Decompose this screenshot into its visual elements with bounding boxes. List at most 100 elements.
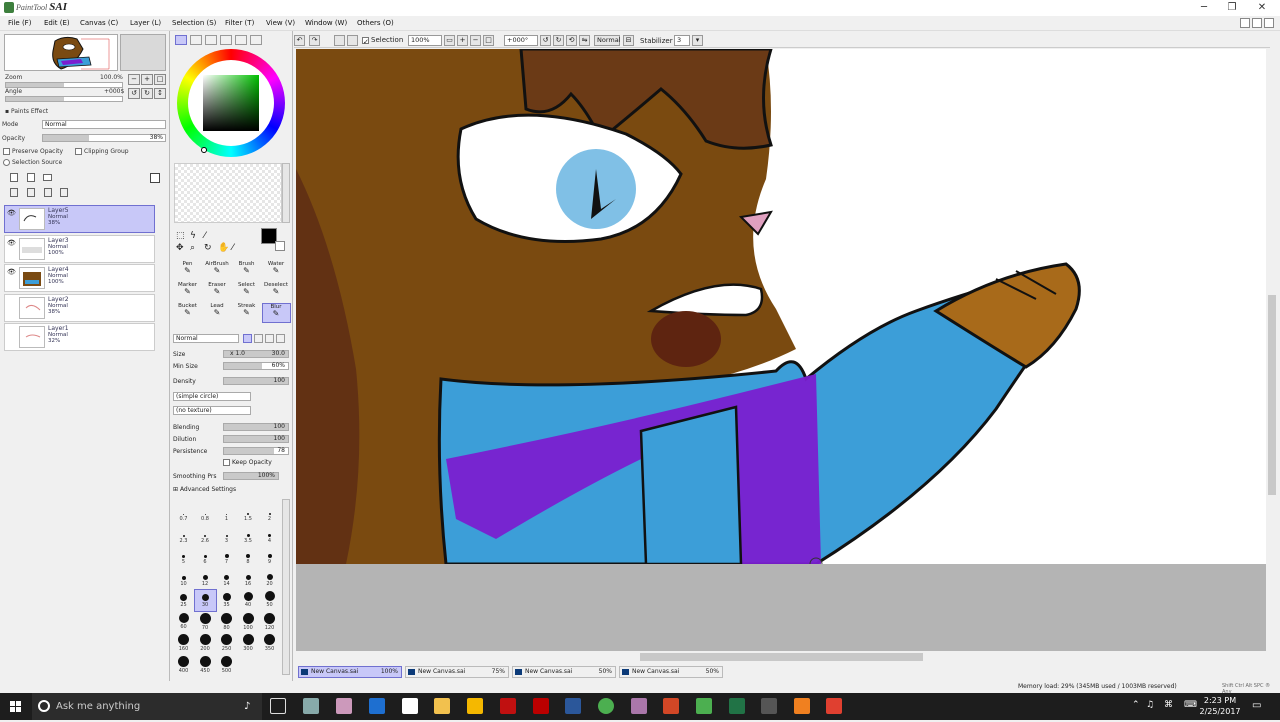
keep-opacity-checkbox[interactable]: Keep Opacity xyxy=(223,459,272,466)
document-tab[interactable]: New Canvas.sai 100% xyxy=(298,666,402,678)
zoom-reset-button[interactable]: □ xyxy=(154,74,166,85)
menu-window[interactable]: Window (W) xyxy=(305,19,347,27)
brush-texture-select[interactable]: (no texture) xyxy=(173,406,251,415)
painttool-sai-icon[interactable] xyxy=(696,698,712,714)
tool-blur[interactable]: Blur ✎ xyxy=(261,303,291,323)
brush-size-cell[interactable]: 9 xyxy=(259,547,280,568)
angle-slider[interactable] xyxy=(5,96,123,102)
canvas-vertical-scrollbar[interactable] xyxy=(1266,49,1278,651)
color-wheel-tab-icon[interactable] xyxy=(175,35,187,45)
brush-size-cell[interactable]: 4 xyxy=(259,526,280,547)
toolbar-zoom-out-icon[interactable]: − xyxy=(470,35,481,46)
file-explorer-icon[interactable] xyxy=(434,698,450,714)
excel-icon[interactable] xyxy=(729,698,745,714)
hsv-slider-tab-icon[interactable] xyxy=(205,35,217,45)
deselect-icon[interactable] xyxy=(334,35,345,46)
app-icon-2[interactable] xyxy=(336,698,352,714)
layer-visibility-icon[interactable]: 👁 xyxy=(7,239,16,247)
blend-mode-combo[interactable]: Normal xyxy=(594,35,621,46)
tool-water[interactable]: Water ✎ xyxy=(262,261,291,281)
rotate-right-button[interactable]: ↻ xyxy=(141,88,153,99)
tool-deselect[interactable]: Deselect ✎ xyxy=(262,282,291,302)
maximize-button[interactable]: ❐ xyxy=(1218,0,1246,16)
dilution-slider[interactable]: 100 xyxy=(223,435,289,443)
layer-visibility-icon[interactable] xyxy=(7,299,16,306)
saturation-value-square[interactable] xyxy=(203,75,259,131)
selection-source-checkbox[interactable]: Selection Source xyxy=(3,159,62,166)
brush-size-cell[interactable]: 160 xyxy=(173,633,194,654)
medium-edge-icon[interactable] xyxy=(254,334,263,343)
density-slider[interactable]: 100 xyxy=(223,377,289,385)
acrobat-icon[interactable] xyxy=(500,698,516,714)
redo-icon[interactable]: ↷ xyxy=(309,35,320,46)
menu-selection[interactable]: Selection (S) xyxy=(172,19,216,27)
delete-layer-icon[interactable] xyxy=(60,188,68,197)
horizontal-scroll-thumb[interactable] xyxy=(640,653,923,661)
minimize-button[interactable]: ─ xyxy=(1190,0,1218,16)
chrome-icon[interactable] xyxy=(598,698,614,714)
brush-size-cell[interactable]: 6 xyxy=(195,547,216,568)
brush-size-cell[interactable]: 120 xyxy=(259,612,280,633)
color-bar-tab-icon[interactable] xyxy=(220,35,232,45)
preserve-opacity-checkbox[interactable]: Preserve Opacity xyxy=(3,148,63,155)
task-view-icon[interactable] xyxy=(270,698,286,714)
clipping-group-checkbox[interactable]: Clipping Group xyxy=(75,148,129,155)
app-icon-6[interactable] xyxy=(761,698,777,714)
advanced-settings-toggle[interactable]: ⊞ Advanced Settings xyxy=(173,486,236,493)
lasso-tool-icon[interactable]: ϟ xyxy=(190,231,196,241)
volume-icon[interactable]: ♫ xyxy=(1146,700,1154,710)
angle-combo[interactable]: +000° xyxy=(504,35,538,46)
menu-edit[interactable]: Edit (E) xyxy=(44,19,70,27)
system-clock[interactable]: 2:23 PM 2/25/2017 xyxy=(1190,695,1250,717)
brush-size-cell[interactable]: 350 xyxy=(259,633,280,654)
magic-wand-tool-icon[interactable]: ⁄ xyxy=(204,231,206,241)
scratchpad-tab-icon[interactable] xyxy=(250,35,262,45)
persistence-slider[interactable]: 78 xyxy=(223,447,289,455)
brush-size-cell[interactable]: 5 xyxy=(173,547,194,568)
powerpoint-icon[interactable] xyxy=(663,698,679,714)
brush-size-cell[interactable]: 16 xyxy=(238,569,259,590)
move-tool-icon[interactable]: ✥ xyxy=(176,243,184,253)
tool-eraser[interactable]: Eraser ✎ xyxy=(203,282,232,302)
menu-filter[interactable]: Filter (T) xyxy=(225,19,254,27)
size-slider[interactable]: x 1.0 30.0 xyxy=(223,350,289,358)
brush-size-cell[interactable]: 2 xyxy=(259,504,280,525)
app-icon-7[interactable] xyxy=(794,698,810,714)
network-icon[interactable]: ⌘ xyxy=(1164,700,1173,710)
navigator-preview[interactable] xyxy=(4,34,118,71)
clear-layer-icon[interactable] xyxy=(44,188,52,197)
brush-size-cell[interactable]: 450 xyxy=(195,655,216,676)
layer-row[interactable]: Layer2 Normal 38% xyxy=(4,293,155,322)
rotate-tool-icon[interactable]: ↻ xyxy=(204,243,212,253)
selection-visibility-checkbox[interactable]: ✓ Selection xyxy=(362,36,403,46)
opacity-slider[interactable]: 38% xyxy=(42,134,166,142)
rotate-left-button[interactable]: ↺ xyxy=(128,88,140,99)
layer-row[interactable]: 👁 Layer5 Normal 38% xyxy=(4,205,155,233)
tool-select[interactable]: Select ✎ xyxy=(232,282,261,302)
tool-streak[interactable]: Streak ✎ xyxy=(232,303,261,323)
brush-size-cell[interactable]: 3 xyxy=(216,526,237,547)
zoom-out-button[interactable]: − xyxy=(128,74,140,85)
cortana-search-box[interactable]: Ask me anything ♪ xyxy=(32,693,262,720)
brush-size-cell[interactable]: 300 xyxy=(238,633,259,654)
document-tab[interactable]: New Canvas.sai 50% xyxy=(619,666,723,678)
scratchpad[interactable] xyxy=(174,163,282,223)
toolbar-rotate-reset-icon[interactable]: ⟲ xyxy=(566,35,577,46)
soft-edge-icon[interactable] xyxy=(265,334,274,343)
eyedropper-tool-icon[interactable]: ⁄ xyxy=(232,243,234,253)
menu-view[interactable]: View (V) xyxy=(266,19,295,27)
start-button[interactable] xyxy=(0,693,32,720)
brush-size-cell[interactable]: 2.3 xyxy=(173,526,194,547)
action-center-icon[interactable]: ▭ xyxy=(1252,700,1261,711)
rgb-slider-tab-icon[interactable] xyxy=(190,35,202,45)
app-icon-3[interactable] xyxy=(467,698,483,714)
brush-size-cell[interactable]: 200 xyxy=(195,633,216,654)
brush-shape-select[interactable]: (simple circle) xyxy=(173,392,251,401)
canvas-horizontal-scrollbar[interactable] xyxy=(296,651,1266,663)
artwork-canvas[interactable] xyxy=(296,49,1266,651)
brush-size-cell[interactable]: 0.8 xyxy=(195,504,216,525)
tool-marker[interactable]: Marker ✎ xyxy=(173,282,202,302)
scratchpad-scrollbar[interactable] xyxy=(282,163,290,223)
brush-size-cell[interactable]: 2.6 xyxy=(195,526,216,547)
stabilizer-dropdown-icon[interactable]: ▾ xyxy=(692,35,703,46)
